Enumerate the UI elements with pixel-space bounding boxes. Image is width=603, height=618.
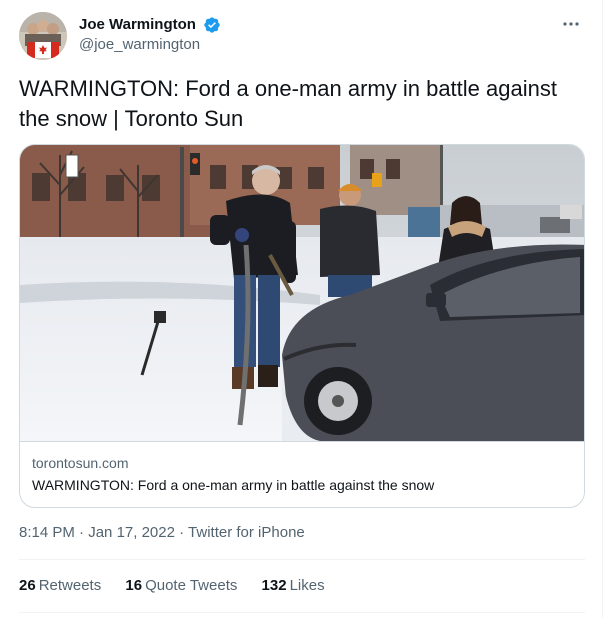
link-card[interactable]: torontosun.com WARMINGTON: Ford a one-ma… — [19, 144, 585, 508]
likes-label: Likes — [289, 577, 325, 594]
tweet-text: WARMINGTON: Ford a one-man army in battl… — [19, 76, 557, 131]
quote-tweets-count: 16 — [125, 577, 143, 594]
tweet-source[interactable]: Twitter for iPhone — [188, 524, 305, 541]
divider — [19, 612, 585, 613]
tweet-date[interactable]: Jan 17, 2022 — [88, 524, 175, 541]
tweet-time[interactable]: 8:14 PM — [19, 524, 75, 541]
card-title: WARMINGTON: Ford a one-man army in battl… — [32, 477, 435, 493]
avatar[interactable] — [19, 12, 67, 60]
avatar-image — [19, 12, 67, 60]
verified-badge-icon — [203, 16, 221, 34]
tweet-meta: 8:14 PM · Jan 17, 2022 · Twitter for iPh… — [19, 523, 305, 543]
card-domain: torontosun.com — [32, 455, 129, 471]
tweet-header: Joe Warmington @joe_warmington — [19, 12, 591, 62]
tweet-stats: 26 Retweets 16 Quote Tweets 132 Likes — [19, 576, 345, 596]
author-block: Joe Warmington @joe_warmington — [79, 15, 221, 55]
retweets-stat[interactable]: 26 Retweets — [19, 576, 101, 596]
quote-tweets-label: Quote Tweets — [145, 577, 238, 594]
likes-count: 132 — [261, 577, 287, 594]
card-meta: torontosun.com WARMINGTON: Ford a one-ma… — [20, 441, 584, 507]
card-image — [20, 145, 584, 441]
more-options-icon[interactable] — [559, 12, 583, 36]
quote-tweets-stat[interactable]: 16 Quote Tweets — [125, 576, 237, 596]
divider — [19, 559, 585, 560]
author-display-name[interactable]: Joe Warmington — [79, 15, 196, 35]
author-handle[interactable]: @joe_warmington — [79, 35, 221, 55]
meta-separator: · — [74, 524, 89, 541]
meta-separator: · — [174, 524, 189, 541]
retweets-label: Retweets — [38, 577, 102, 594]
likes-stat[interactable]: 132 Likes — [262, 576, 325, 596]
retweets-count: 26 — [19, 577, 36, 594]
